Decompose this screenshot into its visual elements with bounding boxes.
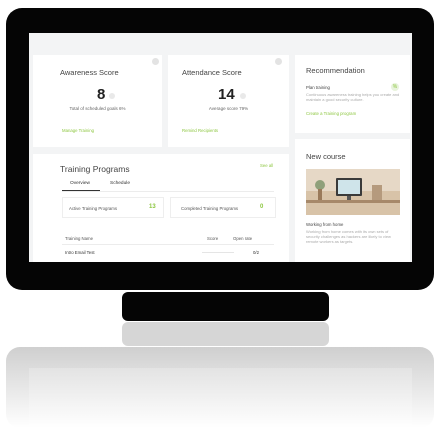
recommendation-title: Recommendation — [306, 66, 365, 75]
attendance-score-indicator — [240, 93, 246, 99]
dashboard-screen: Awareness Score 8 Total of scheduled goa… — [29, 33, 412, 262]
score-progress-bar — [202, 252, 234, 253]
manage-training-link[interactable]: Manage Training — [62, 128, 94, 133]
awareness-score-indicator — [109, 93, 115, 99]
new-course-title: New course — [306, 152, 346, 161]
recommendation-card: Recommendation Plan training % Continuou… — [295, 55, 410, 133]
tab-schedule[interactable]: Schedule — [110, 181, 130, 186]
completed-programs-label: Completed Training Programs — [181, 206, 239, 211]
awareness-score-value: 8 — [97, 86, 106, 103]
active-programs-count: 13 — [149, 204, 156, 210]
awareness-score-card: Awareness Score 8 Total of scheduled goa… — [33, 55, 162, 147]
column-header-training-name: Training Name — [65, 236, 94, 241]
awareness-score-caption: Total of scheduled goals 6% — [69, 106, 126, 111]
plan-training-title: Plan training — [306, 85, 330, 90]
attendance-score-title: Attendance Score — [182, 68, 242, 77]
new-course-card: New course Working from home Working fro… — [295, 139, 410, 262]
open-rate-cell: 0/2 — [253, 250, 259, 255]
info-icon[interactable] — [152, 58, 159, 65]
tab-divider — [62, 191, 274, 192]
column-header-open-rate: Open rate — [233, 236, 253, 241]
course-title[interactable]: Working from home — [306, 222, 343, 227]
plan-training-icon: % — [391, 83, 399, 91]
training-name-cell: Intro Email Test — [65, 250, 95, 255]
active-programs-label: Active Training Programs — [69, 206, 117, 211]
create-training-program-link[interactable]: Create a Training program — [306, 111, 356, 116]
attendance-score-caption: Average score 79% — [208, 106, 249, 111]
column-header-score: Score — [207, 236, 219, 241]
training-programs-card: Training Programs See all Overview Sched… — [33, 154, 289, 262]
see-all-link[interactable]: See all — [260, 163, 273, 168]
completed-programs-count: 0 — [260, 204, 264, 210]
table-row[interactable]: Intro Email Test 0/2 — [62, 246, 274, 258]
attendance-score-value: 14 — [218, 86, 235, 103]
monitor-stand — [122, 292, 329, 321]
training-programs-title: Training Programs — [60, 164, 130, 174]
remind-recipients-link[interactable]: Remind Recipients — [182, 128, 218, 133]
course-thumbnail-image[interactable] — [306, 169, 400, 215]
attendance-score-card: Attendance Score 14 Average score 79% Re… — [168, 55, 289, 147]
course-description: Working from home comes with its own set… — [306, 229, 391, 244]
info-icon[interactable] — [275, 58, 282, 65]
tab-overview[interactable]: Overview — [70, 181, 90, 186]
table-header-divider — [62, 244, 274, 245]
awareness-score-title: Awareness Score — [60, 68, 119, 77]
plan-training-text: Continuous awareness training helps you … — [306, 92, 400, 102]
